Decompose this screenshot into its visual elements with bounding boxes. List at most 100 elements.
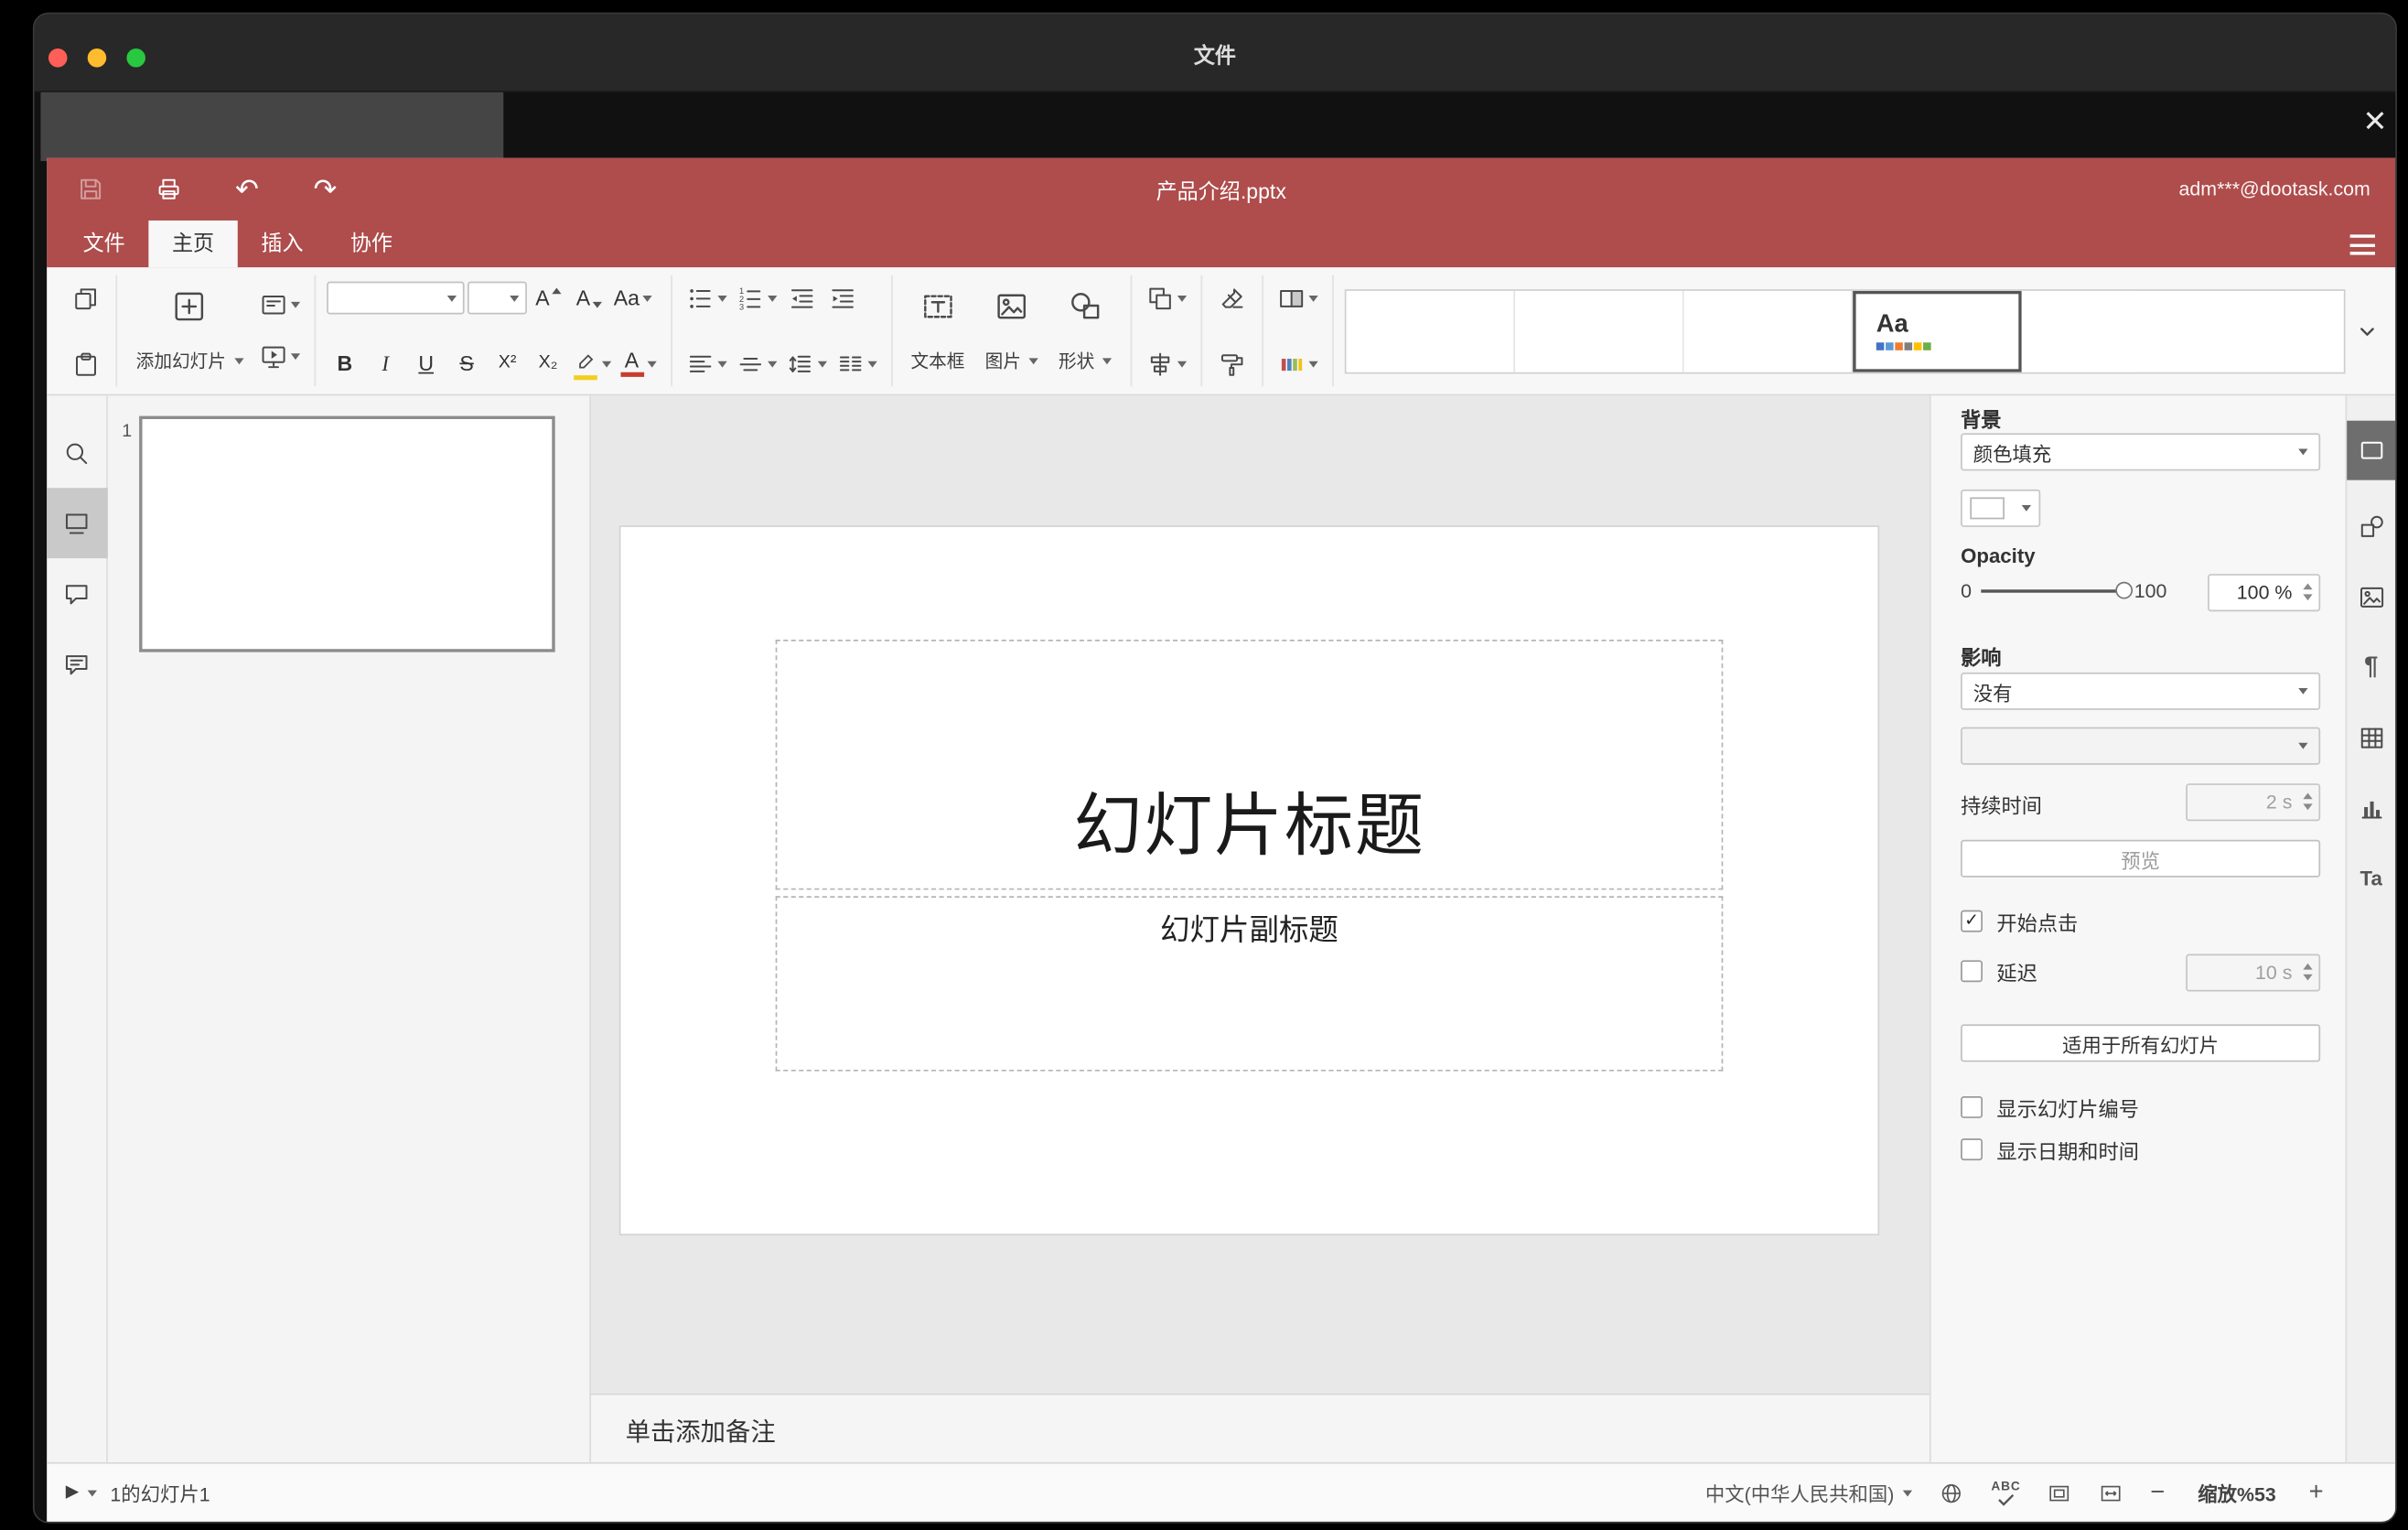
- opacity-value-input[interactable]: 100 %: [2208, 574, 2321, 612]
- italic-button[interactable]: I: [367, 344, 404, 383]
- font-name-select[interactable]: [326, 281, 464, 315]
- arrange-shapes-button[interactable]: [1143, 278, 1189, 318]
- line-spacing-button[interactable]: [782, 344, 829, 383]
- copy-button[interactable]: [67, 278, 104, 318]
- slide-thumbnail[interactable]: [139, 415, 555, 652]
- highlight-color-button[interactable]: [570, 344, 614, 383]
- menu-icon[interactable]: [2349, 234, 2375, 255]
- vertical-align-button[interactable]: [733, 344, 779, 383]
- slide-settings-button[interactable]: [2346, 420, 2396, 480]
- undo-button[interactable]: ↶: [230, 172, 264, 207]
- show-slide-number-row[interactable]: 显示幻灯片编号: [1961, 1094, 2139, 1120]
- superscript-button[interactable]: X²: [489, 344, 526, 383]
- fit-width-button[interactable]: [2099, 1481, 2123, 1505]
- color-scheme-button[interactable]: [1274, 344, 1321, 383]
- comments-button[interactable]: [46, 558, 107, 629]
- image-settings-button[interactable]: [2346, 562, 2395, 632]
- numbering-icon: 1 2 3: [738, 286, 760, 311]
- theme-tile-blank-2[interactable]: [1515, 290, 1684, 372]
- delay-input[interactable]: 10 s: [2186, 954, 2321, 992]
- table-settings-button[interactable]: [2346, 702, 2395, 772]
- background-color-select[interactable]: [1961, 489, 2041, 527]
- bullets-button[interactable]: [683, 278, 729, 318]
- zoom-out-button[interactable]: −: [2150, 1480, 2165, 1505]
- insert-image-button[interactable]: 图片: [977, 282, 1046, 379]
- print-button[interactable]: [152, 172, 187, 207]
- slide[interactable]: 幻灯片标题 幻灯片副标题: [618, 525, 1880, 1236]
- subscript-button[interactable]: X₂: [529, 344, 566, 383]
- checkbox-checked[interactable]: ✓: [1961, 910, 1983, 932]
- paste-button[interactable]: [67, 344, 104, 383]
- background-fill-select[interactable]: 颜色填充: [1961, 433, 2321, 471]
- theme-tile-blank-1[interactable]: [1346, 290, 1516, 372]
- insert-textbox-button[interactable]: 文本框: [903, 282, 973, 379]
- duration-input[interactable]: 2 s: [2186, 783, 2321, 822]
- apply-to-all-button[interactable]: 适用于所有幻灯片: [1961, 1024, 2321, 1062]
- spellcheck-button[interactable]: ABC: [1991, 1480, 2020, 1505]
- font-color-button[interactable]: A: [617, 344, 659, 383]
- tab-home[interactable]: 主页: [148, 220, 238, 268]
- document-language-button[interactable]: [1940, 1481, 1964, 1505]
- delay-row[interactable]: 延迟: [1961, 959, 2037, 985]
- mac-close-button[interactable]: [48, 48, 68, 68]
- copy-style-button[interactable]: [1213, 344, 1251, 383]
- notes-area[interactable]: 单击添加备注: [591, 1393, 1930, 1462]
- slides-panel-button[interactable]: [46, 488, 108, 559]
- toolbar-remnant: [40, 92, 504, 162]
- slider-knob[interactable]: [2115, 581, 2133, 599]
- checkbox-unchecked[interactable]: [1961, 960, 1983, 983]
- bold-button[interactable]: B: [326, 344, 363, 383]
- preview-button[interactable]: 预览: [1961, 839, 2321, 878]
- mac-minimize-button[interactable]: [87, 48, 107, 68]
- tab-insert[interactable]: 插入: [238, 221, 327, 267]
- redo-button[interactable]: ↷: [308, 172, 343, 207]
- theme-tile-blank-3[interactable]: [1683, 290, 1854, 372]
- transition-effect-select[interactable]: 没有: [1961, 672, 2321, 710]
- clear-style-button[interactable]: [1213, 278, 1251, 318]
- slide-subtitle-placeholder[interactable]: 幻灯片副标题: [775, 896, 1724, 1072]
- transition-type-select[interactable]: [1961, 727, 2321, 765]
- language-select[interactable]: 中文(中华人民共和国): [1705, 1478, 1913, 1507]
- start-on-click-row[interactable]: ✓ 开始点击: [1961, 909, 2078, 934]
- increase-font-button[interactable]: A: [529, 278, 566, 318]
- horizontal-align-button[interactable]: [683, 344, 729, 383]
- fit-slide-button[interactable]: [2048, 1481, 2072, 1505]
- numbering-button[interactable]: 1 2 3: [733, 278, 779, 318]
- shape-settings-button[interactable]: [2346, 491, 2395, 562]
- start-slideshow-status-button[interactable]: ▶: [66, 1483, 98, 1502]
- theme-gallery-expand-button[interactable]: [2351, 288, 2382, 372]
- insert-shape-button[interactable]: 形状: [1050, 282, 1119, 379]
- theme-tile-selected[interactable]: Aa: [1853, 290, 2022, 372]
- slide-size-button[interactable]: [1274, 278, 1321, 318]
- feedback-button[interactable]: [46, 629, 107, 699]
- change-case-button[interactable]: Aa: [610, 278, 655, 318]
- decrease-font-button[interactable]: A: [570, 278, 607, 318]
- close-icon[interactable]: ✕: [2362, 108, 2387, 137]
- opacity-slider[interactable]: [1981, 580, 2133, 602]
- underline-button[interactable]: U: [407, 344, 445, 383]
- show-date-time-row[interactable]: 显示日期和时间: [1961, 1137, 2139, 1163]
- increase-indent-button[interactable]: [823, 278, 861, 318]
- slide-title-placeholder[interactable]: 幻灯片标题: [775, 639, 1724, 890]
- tab-collaboration[interactable]: 协作: [327, 221, 415, 267]
- start-slideshow-button[interactable]: [255, 337, 302, 376]
- add-slide-button[interactable]: 添加幻灯片: [128, 282, 251, 379]
- decrease-indent-button[interactable]: [782, 278, 820, 318]
- strikethrough-button[interactable]: S: [448, 344, 486, 383]
- checkbox-unchecked[interactable]: [1961, 1138, 1983, 1161]
- tab-file[interactable]: 文件: [59, 221, 148, 267]
- spinner-arrows-icon[interactable]: [2303, 583, 2313, 601]
- checkbox-unchecked[interactable]: [1961, 1096, 1983, 1118]
- paragraph-settings-button[interactable]: ¶: [2346, 631, 2395, 702]
- zoom-in-button[interactable]: +: [2309, 1480, 2324, 1505]
- save-button[interactable]: [73, 172, 108, 207]
- align-shapes-button[interactable]: [1143, 344, 1189, 383]
- mac-zoom-button[interactable]: [126, 48, 145, 68]
- slide-layout-button[interactable]: [255, 286, 302, 325]
- chart-settings-button[interactable]: [2346, 772, 2395, 843]
- search-button[interactable]: [46, 417, 107, 488]
- font-size-select[interactable]: [467, 281, 527, 315]
- columns-button[interactable]: [833, 344, 879, 383]
- textart-settings-button[interactable]: Ta: [2346, 843, 2395, 913]
- theme-tile-blank-4[interactable]: [2021, 290, 2138, 372]
